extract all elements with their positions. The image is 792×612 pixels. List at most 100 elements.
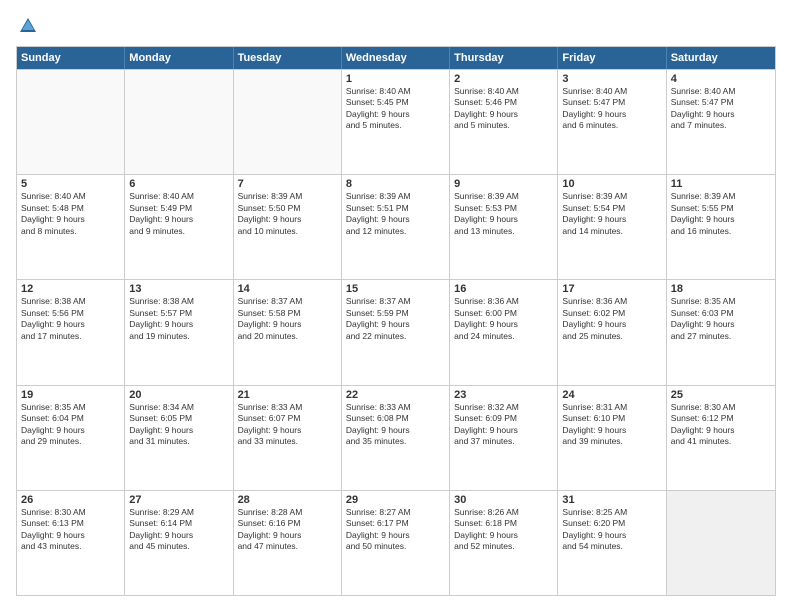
header-day-monday: Monday xyxy=(125,47,233,69)
calendar-cell: 9Sunrise: 8:39 AM Sunset: 5:53 PM Daylig… xyxy=(450,175,558,279)
cell-info: Sunrise: 8:35 AM Sunset: 6:04 PM Dayligh… xyxy=(21,402,120,448)
day-number: 2 xyxy=(454,73,553,85)
calendar-cell: 2Sunrise: 8:40 AM Sunset: 5:46 PM Daylig… xyxy=(450,70,558,174)
calendar-row-3: 19Sunrise: 8:35 AM Sunset: 6:04 PM Dayli… xyxy=(17,385,775,490)
calendar-row-1: 5Sunrise: 8:40 AM Sunset: 5:48 PM Daylig… xyxy=(17,174,775,279)
cell-info: Sunrise: 8:31 AM Sunset: 6:10 PM Dayligh… xyxy=(562,402,661,448)
header-day-wednesday: Wednesday xyxy=(342,47,450,69)
day-number: 30 xyxy=(454,494,553,506)
calendar-cell: 21Sunrise: 8:33 AM Sunset: 6:07 PM Dayli… xyxy=(234,386,342,490)
calendar-cell: 16Sunrise: 8:36 AM Sunset: 6:00 PM Dayli… xyxy=(450,280,558,384)
cell-info: Sunrise: 8:33 AM Sunset: 6:08 PM Dayligh… xyxy=(346,402,445,448)
calendar-cell: 10Sunrise: 8:39 AM Sunset: 5:54 PM Dayli… xyxy=(558,175,666,279)
calendar-cell: 20Sunrise: 8:34 AM Sunset: 6:05 PM Dayli… xyxy=(125,386,233,490)
day-number: 24 xyxy=(562,389,661,401)
calendar-cell: 3Sunrise: 8:40 AM Sunset: 5:47 PM Daylig… xyxy=(558,70,666,174)
calendar-cell: 1Sunrise: 8:40 AM Sunset: 5:45 PM Daylig… xyxy=(342,70,450,174)
cell-info: Sunrise: 8:34 AM Sunset: 6:05 PM Dayligh… xyxy=(129,402,228,448)
calendar-header: SundayMondayTuesdayWednesdayThursdayFrid… xyxy=(17,47,775,69)
day-number: 11 xyxy=(671,178,771,190)
cell-info: Sunrise: 8:38 AM Sunset: 5:57 PM Dayligh… xyxy=(129,296,228,342)
calendar-cell xyxy=(667,491,775,595)
cell-info: Sunrise: 8:40 AM Sunset: 5:48 PM Dayligh… xyxy=(21,191,120,237)
header-day-tuesday: Tuesday xyxy=(234,47,342,69)
page: SundayMondayTuesdayWednesdayThursdayFrid… xyxy=(0,0,792,612)
cell-info: Sunrise: 8:32 AM Sunset: 6:09 PM Dayligh… xyxy=(454,402,553,448)
day-number: 6 xyxy=(129,178,228,190)
calendar-cell: 7Sunrise: 8:39 AM Sunset: 5:50 PM Daylig… xyxy=(234,175,342,279)
day-number: 31 xyxy=(562,494,661,506)
day-number: 20 xyxy=(129,389,228,401)
day-number: 27 xyxy=(129,494,228,506)
calendar-row-2: 12Sunrise: 8:38 AM Sunset: 5:56 PM Dayli… xyxy=(17,279,775,384)
cell-info: Sunrise: 8:25 AM Sunset: 6:20 PM Dayligh… xyxy=(562,507,661,553)
calendar-row-4: 26Sunrise: 8:30 AM Sunset: 6:13 PM Dayli… xyxy=(17,490,775,595)
cell-info: Sunrise: 8:33 AM Sunset: 6:07 PM Dayligh… xyxy=(238,402,337,448)
cell-info: Sunrise: 8:36 AM Sunset: 6:02 PM Dayligh… xyxy=(562,296,661,342)
calendar-row-0: 1Sunrise: 8:40 AM Sunset: 5:45 PM Daylig… xyxy=(17,69,775,174)
calendar-cell: 5Sunrise: 8:40 AM Sunset: 5:48 PM Daylig… xyxy=(17,175,125,279)
calendar-cell: 25Sunrise: 8:30 AM Sunset: 6:12 PM Dayli… xyxy=(667,386,775,490)
header-day-friday: Friday xyxy=(558,47,666,69)
day-number: 25 xyxy=(671,389,771,401)
cell-info: Sunrise: 8:30 AM Sunset: 6:12 PM Dayligh… xyxy=(671,402,771,448)
cell-info: Sunrise: 8:27 AM Sunset: 6:17 PM Dayligh… xyxy=(346,507,445,553)
cell-info: Sunrise: 8:30 AM Sunset: 6:13 PM Dayligh… xyxy=(21,507,120,553)
calendar-cell: 8Sunrise: 8:39 AM Sunset: 5:51 PM Daylig… xyxy=(342,175,450,279)
calendar-cell xyxy=(17,70,125,174)
day-number: 22 xyxy=(346,389,445,401)
day-number: 28 xyxy=(238,494,337,506)
logo xyxy=(16,16,38,36)
cell-info: Sunrise: 8:39 AM Sunset: 5:54 PM Dayligh… xyxy=(562,191,661,237)
cell-info: Sunrise: 8:40 AM Sunset: 5:46 PM Dayligh… xyxy=(454,86,553,132)
cell-info: Sunrise: 8:39 AM Sunset: 5:50 PM Dayligh… xyxy=(238,191,337,237)
header xyxy=(16,16,776,36)
day-number: 9 xyxy=(454,178,553,190)
calendar-cell: 24Sunrise: 8:31 AM Sunset: 6:10 PM Dayli… xyxy=(558,386,666,490)
cell-info: Sunrise: 8:35 AM Sunset: 6:03 PM Dayligh… xyxy=(671,296,771,342)
day-number: 16 xyxy=(454,283,553,295)
calendar-cell xyxy=(125,70,233,174)
calendar-cell: 11Sunrise: 8:39 AM Sunset: 5:55 PM Dayli… xyxy=(667,175,775,279)
cell-info: Sunrise: 8:39 AM Sunset: 5:55 PM Dayligh… xyxy=(671,191,771,237)
day-number: 18 xyxy=(671,283,771,295)
day-number: 17 xyxy=(562,283,661,295)
day-number: 4 xyxy=(671,73,771,85)
cell-info: Sunrise: 8:40 AM Sunset: 5:45 PM Dayligh… xyxy=(346,86,445,132)
calendar-cell: 28Sunrise: 8:28 AM Sunset: 6:16 PM Dayli… xyxy=(234,491,342,595)
header-day-thursday: Thursday xyxy=(450,47,558,69)
day-number: 8 xyxy=(346,178,445,190)
day-number: 14 xyxy=(238,283,337,295)
day-number: 15 xyxy=(346,283,445,295)
calendar-cell: 31Sunrise: 8:25 AM Sunset: 6:20 PM Dayli… xyxy=(558,491,666,595)
day-number: 26 xyxy=(21,494,120,506)
calendar-cell: 6Sunrise: 8:40 AM Sunset: 5:49 PM Daylig… xyxy=(125,175,233,279)
day-number: 13 xyxy=(129,283,228,295)
day-number: 29 xyxy=(346,494,445,506)
calendar-cell: 26Sunrise: 8:30 AM Sunset: 6:13 PM Dayli… xyxy=(17,491,125,595)
cell-info: Sunrise: 8:28 AM Sunset: 6:16 PM Dayligh… xyxy=(238,507,337,553)
calendar-cell xyxy=(234,70,342,174)
calendar-cell: 15Sunrise: 8:37 AM Sunset: 5:59 PM Dayli… xyxy=(342,280,450,384)
calendar: SundayMondayTuesdayWednesdayThursdayFrid… xyxy=(16,46,776,596)
cell-info: Sunrise: 8:37 AM Sunset: 5:59 PM Dayligh… xyxy=(346,296,445,342)
cell-info: Sunrise: 8:37 AM Sunset: 5:58 PM Dayligh… xyxy=(238,296,337,342)
day-number: 1 xyxy=(346,73,445,85)
day-number: 23 xyxy=(454,389,553,401)
calendar-cell: 4Sunrise: 8:40 AM Sunset: 5:47 PM Daylig… xyxy=(667,70,775,174)
calendar-cell: 12Sunrise: 8:38 AM Sunset: 5:56 PM Dayli… xyxy=(17,280,125,384)
day-number: 21 xyxy=(238,389,337,401)
calendar-cell: 13Sunrise: 8:38 AM Sunset: 5:57 PM Dayli… xyxy=(125,280,233,384)
calendar-cell: 30Sunrise: 8:26 AM Sunset: 6:18 PM Dayli… xyxy=(450,491,558,595)
header-day-sunday: Sunday xyxy=(17,47,125,69)
day-number: 5 xyxy=(21,178,120,190)
cell-info: Sunrise: 8:40 AM Sunset: 5:47 PM Dayligh… xyxy=(671,86,771,132)
day-number: 10 xyxy=(562,178,661,190)
calendar-cell: 23Sunrise: 8:32 AM Sunset: 6:09 PM Dayli… xyxy=(450,386,558,490)
header-day-saturday: Saturday xyxy=(667,47,775,69)
cell-info: Sunrise: 8:38 AM Sunset: 5:56 PM Dayligh… xyxy=(21,296,120,342)
cell-info: Sunrise: 8:40 AM Sunset: 5:49 PM Dayligh… xyxy=(129,191,228,237)
logo-icon xyxy=(18,16,38,36)
calendar-cell: 19Sunrise: 8:35 AM Sunset: 6:04 PM Dayli… xyxy=(17,386,125,490)
cell-info: Sunrise: 8:29 AM Sunset: 6:14 PM Dayligh… xyxy=(129,507,228,553)
